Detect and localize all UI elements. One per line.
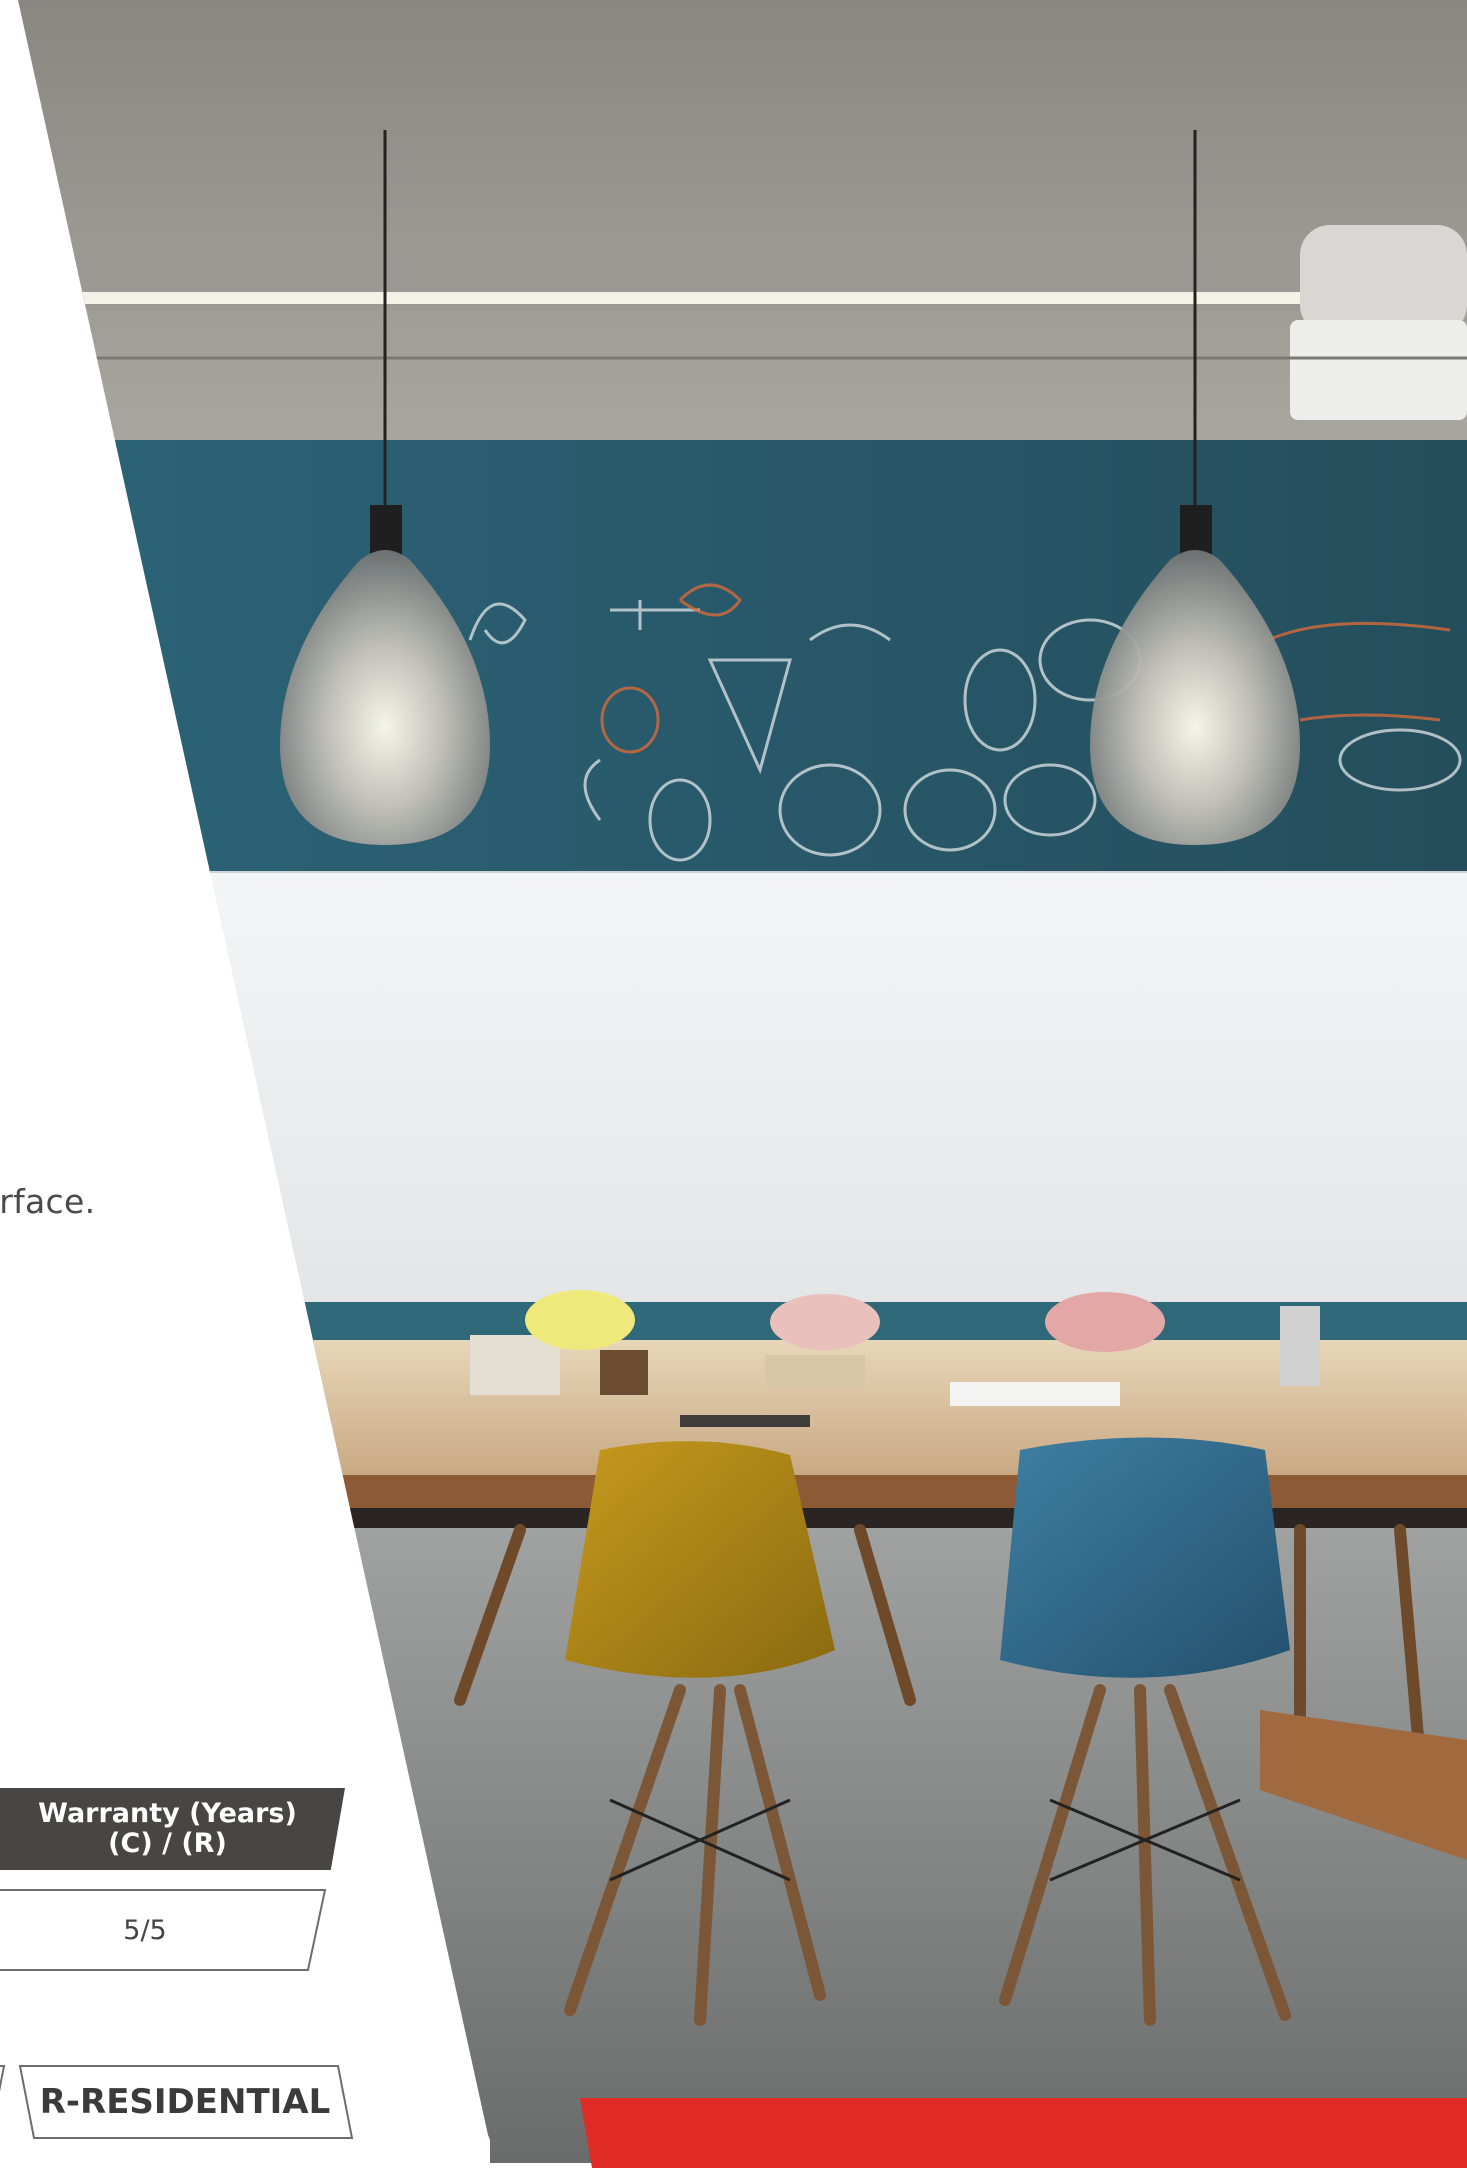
accent-red-bar xyxy=(580,2098,1467,2168)
warranty-value: 5/5 xyxy=(123,1914,167,1946)
residential-tag: R-RESIDENTIAL xyxy=(39,2082,331,2122)
warranty-column-header: Warranty (Years) (C) / (R) xyxy=(0,1788,345,1870)
usage-legend: R-RESIDENTIAL xyxy=(0,2065,370,2139)
warranty-header-sublabel: (C) / (R) xyxy=(108,1828,227,1859)
warranty-value-cell: 5/5 xyxy=(0,1889,327,1971)
warranty-header-label: Warranty (Years) xyxy=(38,1798,297,1829)
body-text-fragment: urface. xyxy=(0,1182,96,1221)
